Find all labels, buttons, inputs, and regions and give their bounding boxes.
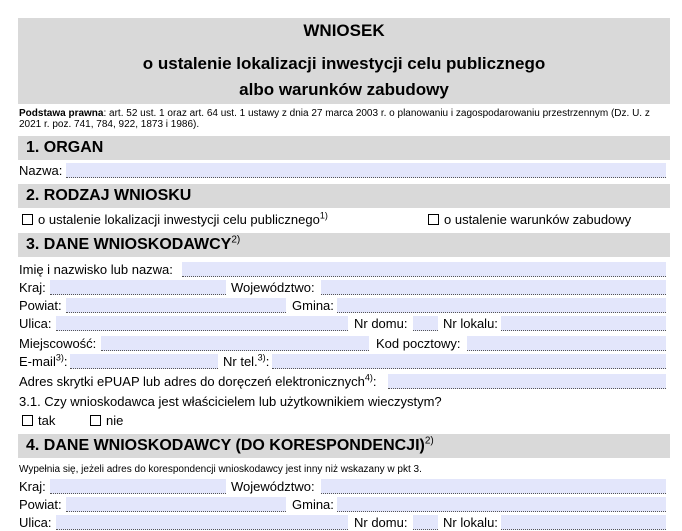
- legal-basis-text: : art. 52 ust. 1 oraz art. 64 ust. 1 ust…: [19, 108, 650, 130]
- ownership-question: 3.1. Czy wnioskodawca jest właścicielem …: [19, 394, 442, 409]
- applicant-voivodeship-label: Województwo:: [231, 280, 315, 295]
- footnote-2b: 2): [424, 435, 434, 447]
- ownership-no-label: nie: [106, 413, 124, 428]
- correspondence-hint: Wypełnia się, jeżeli adres do koresponde…: [19, 464, 422, 475]
- ownership-yes-label: tak: [38, 413, 56, 428]
- correspondence-apartment-no-label: Nr lokalu:: [443, 515, 498, 530]
- section-correspondence-title: 4. DANE WNIOSKODAWCY (DO KORESPONDENCJI): [26, 437, 425, 454]
- applicant-commune-label: Gmina:: [292, 298, 334, 313]
- applicant-email-field[interactable]: [70, 354, 218, 369]
- section-applicant-title: 3. DANE WNIOSKODAWCY: [26, 236, 232, 253]
- applicant-voivodeship-field[interactable]: [321, 280, 666, 295]
- checkbox-building-conditions[interactable]: [428, 214, 439, 225]
- applicant-name-field[interactable]: [182, 262, 666, 277]
- correspondence-house-no-label: Nr domu:: [354, 515, 408, 530]
- applicant-epuap-label: Adres skrytki ePUAP lub adres do doręcze…: [19, 374, 365, 389]
- footnote-4: 4): [364, 372, 373, 383]
- section-organ-header: 1. ORGAN: [18, 136, 670, 160]
- checkbox-public-investment[interactable]: [22, 214, 33, 225]
- applicant-email-label: E-mail: [19, 354, 56, 369]
- applicant-house-no-field[interactable]: [413, 316, 438, 331]
- applicant-apartment-no-label: Nr lokalu:: [443, 316, 498, 331]
- section-organ-title: 1. ORGAN: [26, 139, 104, 156]
- form-subtitle-line1: o ustalenie lokalizacji inwestycji celu …: [142, 54, 546, 73]
- applicant-phone-field[interactable]: [272, 354, 666, 369]
- applicant-email-label-group: E-mail3):: [19, 352, 68, 369]
- footnote-3a: 3): [55, 352, 64, 363]
- applicant-postal-code-field[interactable]: [467, 336, 666, 351]
- applicant-county-label: Powiat:: [19, 298, 62, 313]
- option-public-investment-label: o ustalenie lokalizacji inwestycji celu …: [38, 212, 320, 227]
- correspondence-voivodeship-label: Województwo:: [231, 479, 315, 494]
- ownership-no-option[interactable]: nie: [90, 413, 123, 429]
- footnote-2: 2): [231, 234, 241, 246]
- applicant-street-field[interactable]: [56, 316, 348, 331]
- organ-name-label: Nazwa:: [19, 163, 63, 178]
- correspondence-country-field[interactable]: [50, 479, 226, 494]
- footnote-3b: 3): [257, 352, 266, 363]
- option-public-investment[interactable]: o ustalenie lokalizacji inwestycji celu …: [22, 210, 328, 228]
- checkbox-ownership-yes[interactable]: [22, 415, 33, 426]
- form-subtitle-line2: albo warunków zabudowy: [239, 80, 449, 99]
- checkbox-ownership-no[interactable]: [90, 415, 101, 426]
- applicant-postal-code-label: Kod pocztowy:: [376, 336, 461, 351]
- applicant-county-field[interactable]: [66, 298, 286, 313]
- form-header: WNIOSEK o ustalenie lokalizacji inwestyc…: [18, 18, 670, 104]
- applicant-country-field[interactable]: [50, 280, 226, 295]
- footnote-1: 1): [319, 210, 328, 221]
- section-applicant-header: 3. DANE WNIOSKODAWCY2): [18, 233, 670, 257]
- applicant-phone-label: Nr tel.: [223, 354, 258, 369]
- applicant-commune-field[interactable]: [337, 298, 666, 313]
- form-title: WNIOSEK: [303, 21, 385, 40]
- applicant-country-label: Kraj:: [19, 280, 46, 295]
- correspondence-voivodeship-field[interactable]: [321, 479, 666, 494]
- section-request-type-title: 2. RODZAJ WNIOSKU: [26, 187, 192, 204]
- applicant-epuap-label-group: Adres skrytki ePUAP lub adres do doręcze…: [19, 372, 377, 389]
- applicant-house-no-label: Nr domu:: [354, 316, 408, 331]
- option-building-conditions[interactable]: o ustalenie warunków zabudowy: [428, 212, 631, 228]
- correspondence-commune-label: Gmina:: [292, 497, 334, 512]
- applicant-phone-label-group: Nr tel.3):: [223, 352, 270, 369]
- correspondence-street-label: Ulica:: [19, 515, 52, 530]
- section-request-type-header: 2. RODZAJ WNIOSKU: [18, 184, 670, 208]
- correspondence-commune-field[interactable]: [337, 497, 666, 512]
- applicant-epuap-field[interactable]: [388, 374, 666, 389]
- correspondence-county-label: Powiat:: [19, 497, 62, 512]
- applicant-name-label: Imię i nazwisko lub nazwa:: [19, 262, 173, 277]
- section-correspondence-header: 4. DANE WNIOSKODAWCY (DO KORESPONDENCJI)…: [18, 434, 670, 458]
- applicant-street-label: Ulica:: [19, 316, 52, 331]
- option-building-conditions-label: o ustalenie warunków zabudowy: [444, 212, 632, 227]
- applicant-city-field[interactable]: [101, 336, 369, 351]
- correspondence-county-field[interactable]: [66, 497, 286, 512]
- applicant-city-label: Miejscowość:: [19, 336, 97, 351]
- applicant-apartment-no-field[interactable]: [501, 316, 666, 331]
- ownership-yes-option[interactable]: tak: [22, 413, 55, 429]
- correspondence-country-label: Kraj:: [19, 479, 46, 494]
- organ-name-field[interactable]: [66, 163, 666, 178]
- legal-basis-label: Podstawa prawna: [19, 108, 104, 119]
- legal-basis: Podstawa prawna: art. 52 ust. 1 oraz art…: [19, 108, 671, 130]
